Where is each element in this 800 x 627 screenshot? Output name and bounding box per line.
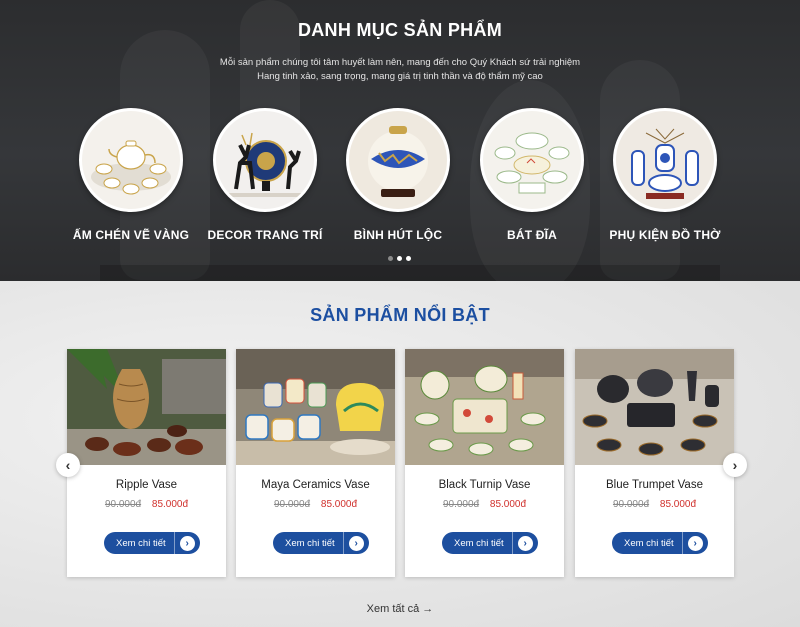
product-new-price: 85.000đ bbox=[320, 499, 358, 510]
view-details-label[interactable]: Xem chi tiết bbox=[612, 532, 682, 554]
product-card[interactable]: Black Turnip Vase 90.000đ 85.000đ Xem ch… bbox=[405, 349, 564, 577]
altar-accessories-image[interactable] bbox=[613, 108, 717, 212]
tea-set-gold-image[interactable] bbox=[79, 108, 183, 212]
carousel-dot-active[interactable] bbox=[397, 256, 402, 261]
product-image-ripple-vase[interactable] bbox=[67, 349, 226, 465]
deer-decor-image[interactable] bbox=[213, 108, 317, 212]
product-old-price: 90.000đ bbox=[104, 499, 142, 510]
product-name[interactable]: Black Turnip Vase bbox=[405, 479, 564, 491]
view-details-label[interactable]: Xem chi tiết bbox=[104, 532, 174, 554]
product-image-blue-trumpet-vase[interactable] bbox=[575, 349, 734, 465]
carousel-dot[interactable] bbox=[406, 256, 411, 261]
view-details-label[interactable]: Xem chi tiết bbox=[273, 532, 343, 554]
arrow-right-circle-icon[interactable]: › bbox=[348, 535, 364, 551]
product-prices: 90.000đ 85.000đ bbox=[575, 499, 734, 510]
bowls-plates-image[interactable] bbox=[480, 108, 584, 212]
carousel-dot[interactable] bbox=[388, 256, 393, 261]
background-shelf bbox=[100, 265, 720, 281]
arrow-right-circle-icon[interactable]: › bbox=[687, 535, 703, 551]
product-name[interactable]: Blue Trumpet Vase bbox=[575, 479, 734, 491]
fortune-vase-image[interactable] bbox=[346, 108, 450, 212]
product-old-price: 90.000đ bbox=[273, 499, 311, 510]
product-name[interactable]: Maya Ceramics Vase bbox=[236, 479, 395, 491]
product-old-price: 90.000đ bbox=[612, 499, 650, 510]
product-card[interactable]: Blue Trumpet Vase 90.000đ 85.000đ Xem ch… bbox=[575, 349, 734, 577]
product-card[interactable]: Maya Ceramics Vase 90.000đ 85.000đ Xem c… bbox=[236, 349, 395, 577]
view-details-button[interactable]: Xem chi tiết › bbox=[612, 532, 708, 554]
product-image-black-turnip-vase[interactable] bbox=[405, 349, 564, 465]
featured-products-section: SẢN PHẨM NỔI BẬT Ripple Vase 90.000đ 85.… bbox=[0, 281, 800, 627]
carousel-dots bbox=[388, 256, 411, 261]
category-item-altar-accessories[interactable]: PHỤ KIỆN ĐỒ THỜ bbox=[585, 108, 745, 242]
category-banner: DANH MỤC SẢN PHẨM Mỗi sản phẩm chúng tôi… bbox=[0, 0, 800, 281]
category-section-title: DANH MỤC SẢN PHẨM bbox=[297, 20, 503, 40]
arrow-right-circle-icon[interactable]: › bbox=[179, 535, 195, 551]
product-prices: 90.000đ 85.000đ bbox=[405, 499, 564, 510]
product-new-price: 85.000đ bbox=[489, 499, 527, 510]
featured-section-title: SẢN PHẨM NỔI BẬT bbox=[310, 305, 490, 325]
view-details-button[interactable]: Xem chi tiết › bbox=[273, 532, 369, 554]
view-details-button[interactable]: Xem chi tiết › bbox=[442, 532, 538, 554]
product-name[interactable]: Ripple Vase bbox=[67, 479, 226, 491]
product-card[interactable]: Ripple Vase 90.000đ 85.000đ Xem chi tiết… bbox=[67, 349, 226, 577]
category-list: ẤM CHÉN VẼ VÀNG DECOR TRANG TRÍ BÌNH HÚT… bbox=[0, 108, 800, 248]
product-prices: 90.000đ 85.000đ bbox=[236, 499, 395, 510]
view-all-link[interactable]: Xem tất cả → bbox=[0, 603, 800, 615]
carousel-prev-button[interactable]: ‹ bbox=[56, 453, 80, 477]
chevron-right-icon[interactable]: › bbox=[733, 457, 738, 473]
arrow-right-circle-icon[interactable]: › bbox=[517, 535, 533, 551]
product-old-price: 90.000đ bbox=[442, 499, 480, 510]
category-label[interactable]: PHỤ KIỆN ĐỒ THỜ bbox=[585, 228, 745, 242]
view-details-label[interactable]: Xem chi tiết bbox=[442, 532, 512, 554]
chevron-left-icon[interactable]: ‹ bbox=[66, 457, 71, 473]
view-details-button[interactable]: Xem chi tiết › bbox=[104, 532, 200, 554]
product-new-price: 85.000đ bbox=[659, 499, 697, 510]
category-section-description: Mỗi sản phẩm chúng tôi tâm huyết làm nên… bbox=[219, 57, 581, 82]
product-prices: 90.000đ 85.000đ bbox=[67, 499, 226, 510]
product-image-maya-ceramics-vase[interactable] bbox=[236, 349, 395, 465]
carousel-next-button[interactable]: › bbox=[723, 453, 747, 477]
product-new-price: 85.000đ bbox=[151, 499, 189, 510]
